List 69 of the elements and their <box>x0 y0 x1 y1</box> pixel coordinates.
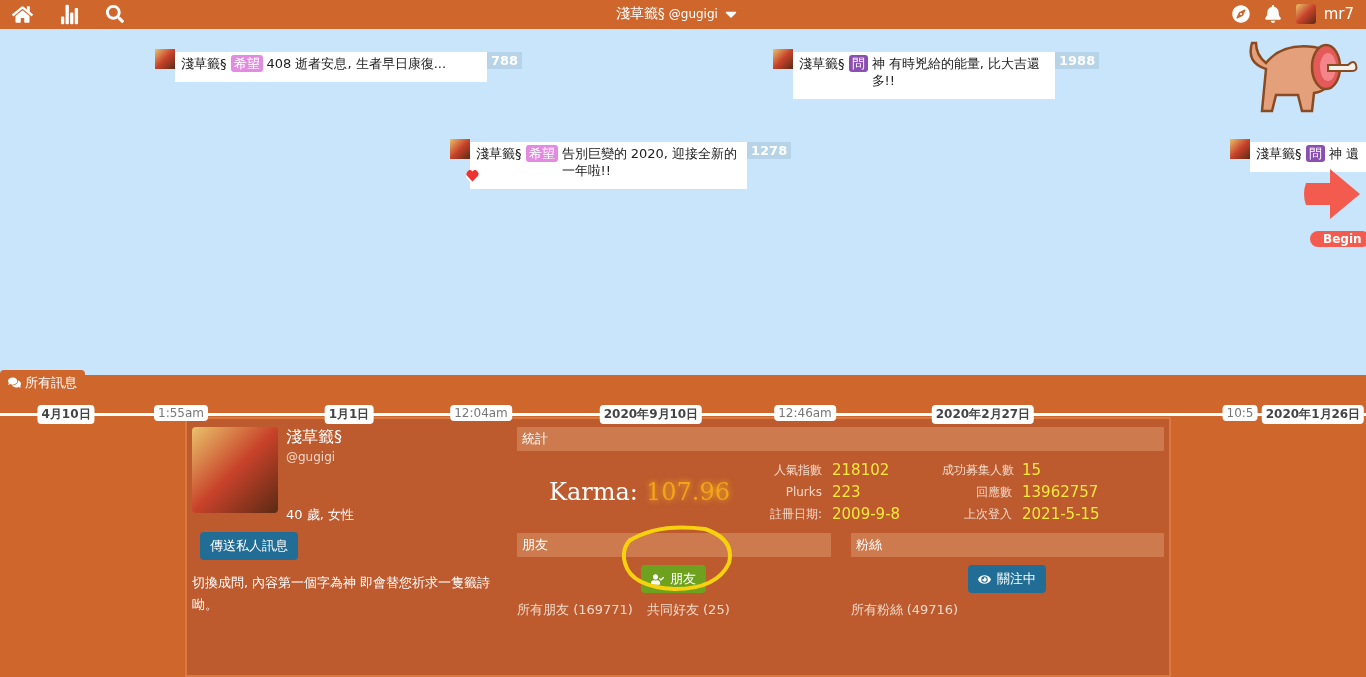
page-handle[interactable]: @gugigi <box>668 7 718 22</box>
home-icon[interactable] <box>12 3 33 25</box>
stat-value: 13962757 <box>1022 483 1100 501</box>
arrow-icon <box>1302 166 1362 221</box>
stat-label: 上次登入 <box>963 505 1012 523</box>
avatar-thumbnail <box>773 48 793 69</box>
plurk-card[interactable]: 淺草籤§ 問 神 遺 <box>1250 141 1366 172</box>
plurk-card[interactable]: 淺草籤§ 希望 告別巨變的 2020, 迎接全新的一年啦!! <box>470 141 747 189</box>
timeline-label: 2020年9月10日 <box>599 404 703 424</box>
plurk-text: 神 遺 <box>1328 144 1359 162</box>
timeline-label: 10:5 <box>1222 404 1258 421</box>
profile-name: 淺草籤§ <box>286 427 343 448</box>
karma-label: Karma: <box>549 478 638 506</box>
plurk-card[interactable]: 淺草籤§ 問 神 有時兇給的能量, 比大吉還多!! <box>793 51 1055 99</box>
plurk-author[interactable]: 淺草籤§ <box>476 144 522 162</box>
stat-value: 218102 <box>832 461 891 479</box>
section-header: 粉絲 <box>850 533 1164 557</box>
chat-icon <box>8 376 21 390</box>
stat-label: 成功募集人數 <box>942 461 1012 479</box>
username[interactable]: mr7 <box>1323 5 1354 24</box>
plurk-card[interactable]: 淺草籤§ 希望 408 逝者安息, 生者早日康復... <box>175 51 487 82</box>
qualifier-tag: 問 <box>1305 144 1325 162</box>
avatar-thumbnail <box>1230 138 1250 159</box>
profile-bio: 切換成問, 內容第一個字為神 即會替您祈求一隻籤詩呦。 <box>192 574 492 614</box>
plurk-author[interactable]: 淺草籤§ <box>181 54 227 72</box>
plurk-author[interactable]: 淺草籤§ <box>1256 144 1302 162</box>
qualifier-tag: 問 <box>848 54 868 72</box>
stat-label: 註冊日期: <box>768 505 822 523</box>
plurk-text: 告別巨變的 2020, 迎接全新的一年啦!! <box>561 144 738 179</box>
timeline-label: 2020年2月27日 <box>931 404 1035 424</box>
eye-icon <box>978 572 992 586</box>
karma-value: 107.96 <box>645 478 730 506</box>
section-header: 統計 <box>517 427 1164 451</box>
plurk-text: 408 逝者安息, 生者早日康復... <box>266 54 447 72</box>
following-button[interactable]: 關注中 <box>968 565 1047 593</box>
stat-label: 人氣指數 <box>773 461 822 479</box>
bell-icon[interactable] <box>1263 5 1282 24</box>
plurk-text: 神 有時兇給的能量, 比大吉還多!! <box>871 54 1041 89</box>
timeline-label: 12:46am <box>774 404 836 421</box>
stat-label: 回應數 <box>975 483 1012 501</box>
stat-label: Plurks <box>784 485 822 499</box>
profile-handle: @gugigi <box>286 450 337 464</box>
bar-chart-icon[interactable] <box>59 3 80 25</box>
send-message-button[interactable]: 傳送私人訊息 <box>200 532 298 560</box>
avatar-thumbnail <box>450 138 470 159</box>
timeline-label: 4月10日 <box>37 404 95 424</box>
friends-link[interactable]: 所有朋友 (169771) <box>517 601 633 619</box>
timeline-label: 2020年1月26日 <box>1261 404 1365 424</box>
search-icon[interactable] <box>106 5 124 24</box>
stat-value: 15 <box>1022 461 1043 479</box>
plurk-author[interactable]: 淺草籤§ <box>799 54 845 72</box>
section-header: 朋友 <box>517 533 831 557</box>
friends-link[interactable]: 共同好友 (25) <box>646 601 730 619</box>
fans-link[interactable]: 所有粉絲 (49716) <box>850 601 959 619</box>
timeline-label: 1月1日 <box>324 404 374 424</box>
qualifier-tag: 希望 <box>525 144 558 162</box>
compass-icon[interactable] <box>1231 5 1250 24</box>
user-check-icon <box>651 572 665 586</box>
page-title[interactable]: 淺草籤§ <box>615 5 665 24</box>
qualifier-tag: 希望 <box>230 54 263 72</box>
timeline-label: 12:04am <box>450 404 512 421</box>
profile-age-gender: 40 歲, 女性 <box>286 506 354 524</box>
timeline-label: 1:55am <box>154 404 208 421</box>
user-avatar[interactable] <box>1295 4 1316 25</box>
stat-value: 2009-9-8 <box>832 505 902 523</box>
stat-value: 223 <box>832 483 862 501</box>
stat-value: 2021-5-15 <box>1022 505 1101 523</box>
avatar-thumbnail <box>155 48 175 69</box>
begin-tag[interactable]: Begin <box>1310 230 1366 247</box>
